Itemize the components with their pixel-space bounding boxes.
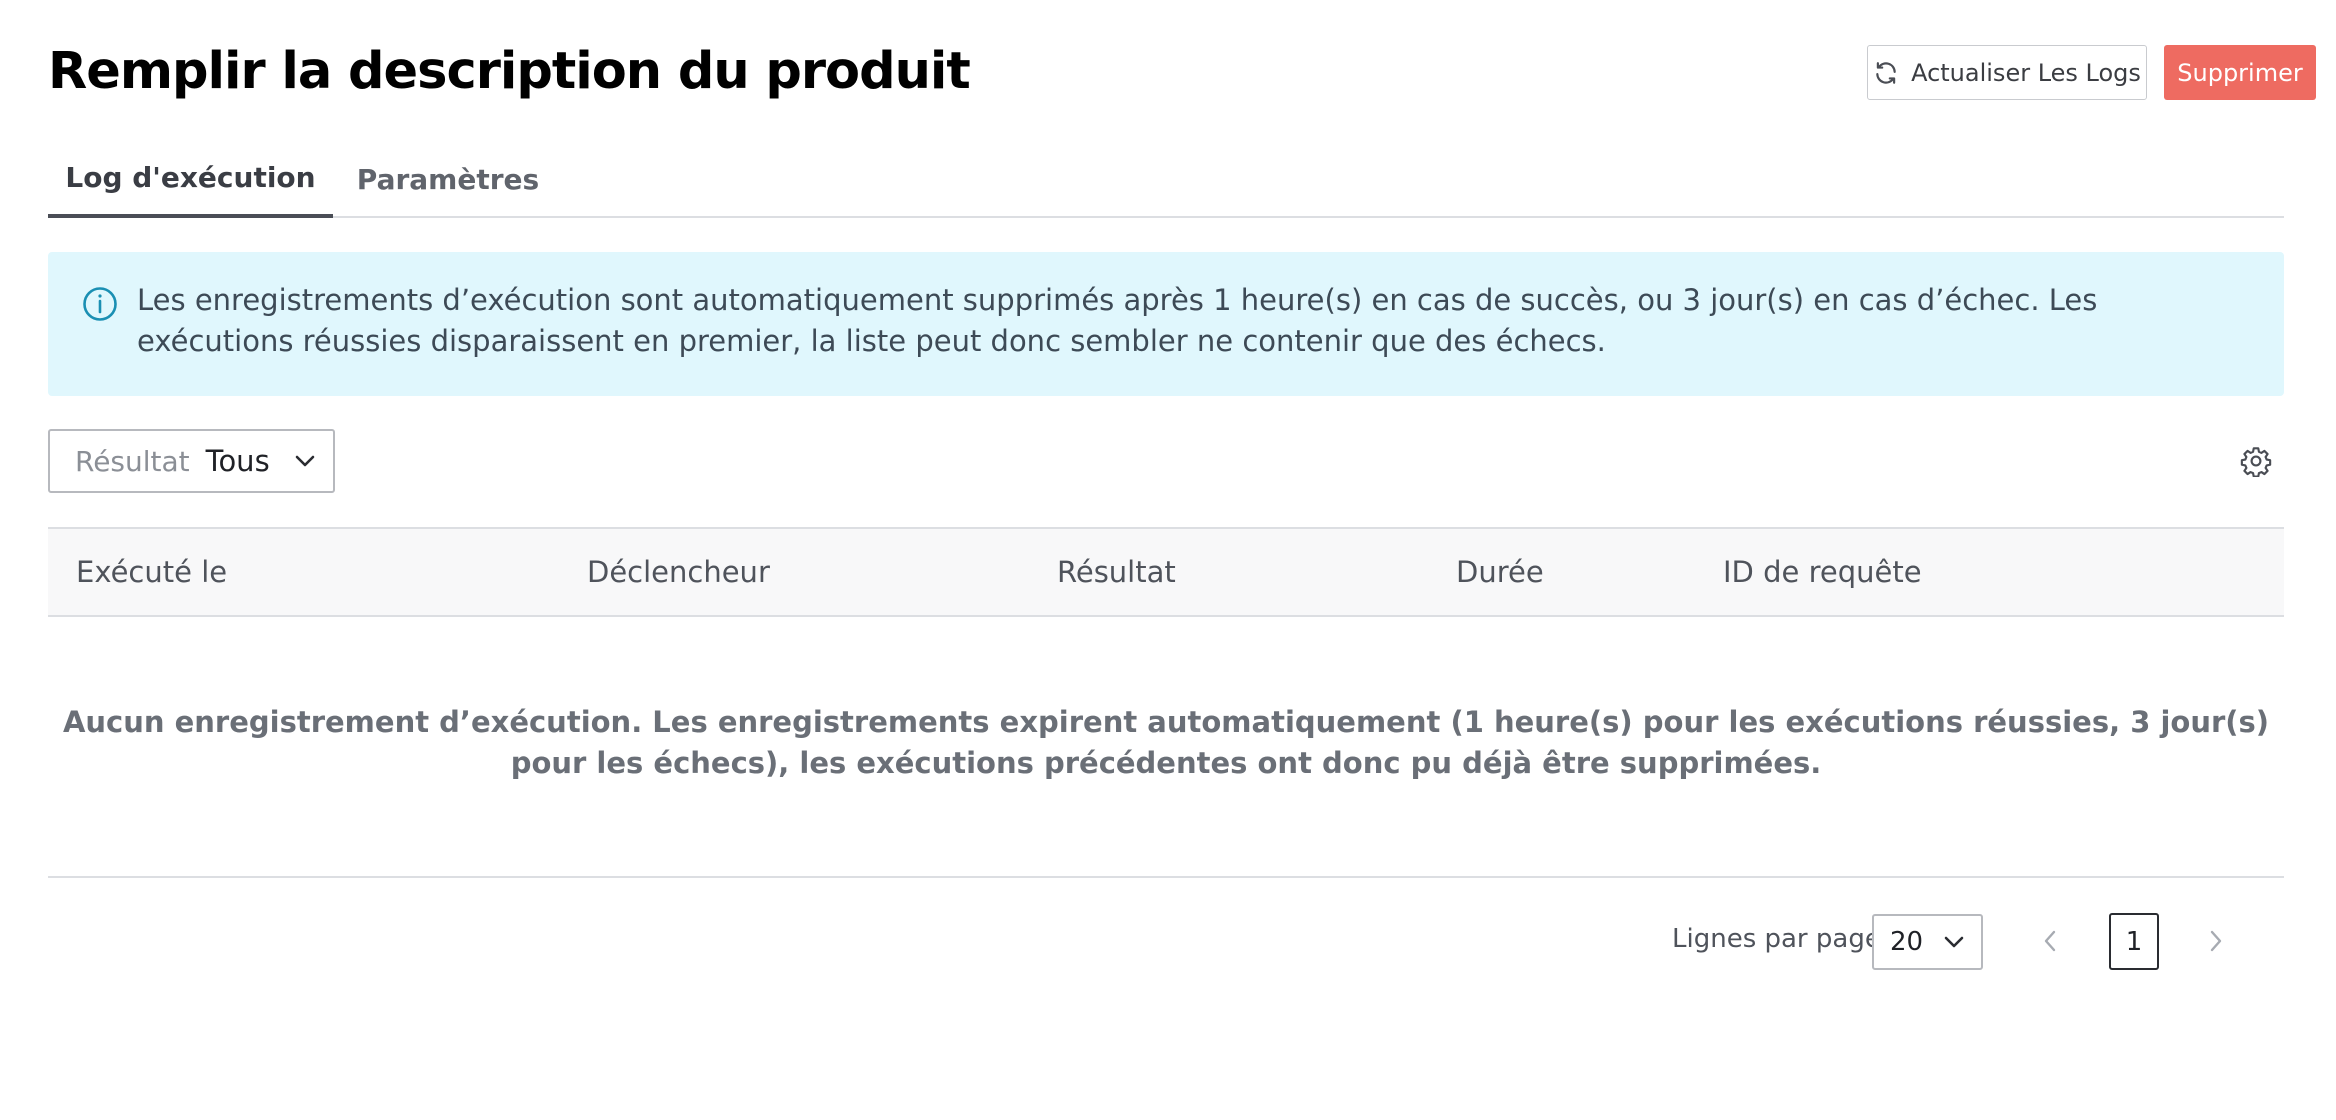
tab-settings-label: Paramètres	[356, 162, 540, 196]
info-alert: Les enregistrements d’exécution sont aut…	[48, 252, 2284, 396]
result-filter-select[interactable]: Résultat Tous	[48, 429, 335, 493]
column-header-executed-at[interactable]: Exécuté le	[76, 555, 227, 589]
empty-state-message: Aucun enregistrement d’exécution. Les en…	[62, 705, 2270, 780]
table-header: Exécuté le Déclencheur Résultat Durée ID…	[48, 527, 2284, 617]
result-filter-label: Résultat	[75, 444, 190, 478]
chevron-down-icon	[1944, 936, 1964, 948]
gear-icon[interactable]	[2240, 445, 2272, 477]
column-header-duration[interactable]: Durée	[1456, 555, 1544, 589]
delete-button[interactable]: Supprimer	[2164, 45, 2316, 100]
refresh-logs-label: Actualiser Les Logs	[1911, 58, 2141, 87]
rows-per-page-value: 20	[1890, 927, 1924, 957]
tab-settings[interactable]: Paramètres	[333, 140, 563, 218]
delete-label: Supprimer	[2177, 58, 2303, 87]
tab-execution-log[interactable]: Log d'exécution	[48, 140, 333, 218]
rows-per-page-select[interactable]: 20	[1872, 914, 1983, 970]
refresh-logs-button[interactable]: Actualiser Les Logs	[1867, 45, 2147, 100]
column-header-result[interactable]: Résultat	[1057, 555, 1176, 589]
info-icon	[83, 287, 117, 321]
tab-execution-log-label: Log d'exécution	[65, 160, 316, 194]
refresh-icon	[1876, 61, 1896, 84]
result-filter-value: Tous	[205, 444, 270, 478]
rows-per-page-label: Lignes par page	[1672, 924, 1881, 954]
chevron-down-icon	[295, 455, 314, 467]
chevron-right-icon[interactable]	[2204, 926, 2228, 956]
tab-bar: Log d'exécution Paramètres	[48, 140, 2284, 218]
page-title: Remplir la description du produit	[48, 42, 971, 101]
column-header-trigger[interactable]: Déclencheur	[587, 555, 770, 589]
table-bottom-divider	[48, 876, 2284, 878]
pagination-page-button[interactable]: 1	[2109, 913, 2159, 970]
column-header-request-id[interactable]: ID de requête	[1723, 555, 1922, 589]
chevron-left-icon[interactable]	[2038, 926, 2062, 956]
info-alert-text: Les enregistrements d’exécution sont aut…	[137, 283, 2098, 358]
pagination-current-page: 1	[2125, 926, 2143, 957]
